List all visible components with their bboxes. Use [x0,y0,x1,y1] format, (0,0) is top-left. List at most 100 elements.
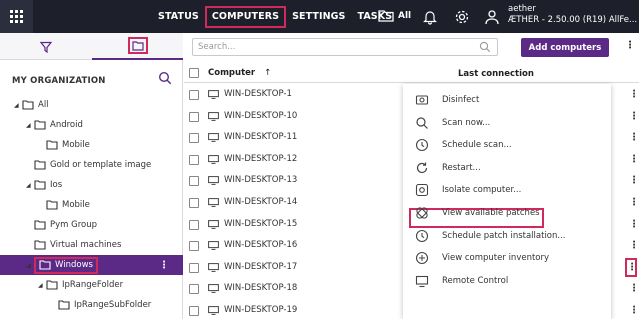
computer-name[interactable]: WIN-DESKTOP-12 [224,154,297,164]
tree-item[interactable]: ◢ All [0,95,183,115]
tree-item[interactable]: Gold or template image [0,155,183,175]
table-header: Computer ↑ Last connection [184,63,639,83]
computer-name[interactable]: WIN-DESKTOP-10 [224,111,297,121]
clock-icon [415,229,429,242]
menu-item-isolate-computer[interactable]: Isolate computer... [403,179,611,201]
tree-item[interactable]: Mobile [0,195,183,215]
tree-item[interactable]: ◢ Ios [0,175,183,195]
row-options-icon[interactable]: ⋮ [629,175,639,186]
row-options-icon[interactable]: ⋮ [629,240,639,251]
computer-name[interactable]: WIN-DESKTOP-17 [224,262,297,272]
tree-item-label: Pym Group [50,220,98,230]
menu-item-view-computer-inventory[interactable]: View computer inventory [403,247,611,269]
add-computers-button[interactable]: Add computers [521,38,609,57]
menu-item-schedule-scan[interactable]: Schedule scan... [403,134,611,156]
column-header-computer[interactable]: Computer ↑ [208,68,271,78]
menu-item-schedule-patch-installation[interactable]: Schedule patch installation... [403,225,611,247]
gear-icon[interactable] [454,9,470,25]
tree-item-label: IpRangeFolder [62,280,124,290]
folder-options-icon[interactable]: ⋮ [159,260,169,271]
nav-status[interactable]: STATUS [152,0,205,33]
tab-filters[interactable] [0,33,92,60]
row-checkbox[interactable] [189,90,199,100]
tree-item[interactable]: Pym Group [0,215,183,235]
computer-name[interactable]: WIN-DESKTOP-13 [224,175,297,185]
tree-item-label: Android [50,120,83,130]
computer-name[interactable]: WIN-DESKTOP-14 [224,197,297,207]
filter-icon [40,41,52,53]
user-icon[interactable] [484,9,500,25]
menu-item-restart[interactable]: Restart... [403,157,611,179]
remote-control-icon [415,275,429,287]
row-checkbox[interactable] [189,262,199,273]
row-checkbox[interactable] [189,306,199,316]
monitor-icon [208,241,219,251]
row-options-icon[interactable]: ⋮ [625,257,637,277]
folder-icon [46,280,58,290]
row-options-icon[interactable]: ⋮ [629,132,639,143]
search-icon[interactable] [158,71,172,85]
row-checkbox[interactable] [189,154,199,165]
expand-caret-icon[interactable]: ◢ [26,122,34,129]
computer-name[interactable]: WIN-DESKTOP-15 [224,219,297,229]
expand-caret-icon[interactable]: ◢ [14,102,22,109]
all-filter-button[interactable]: All [378,9,411,22]
search-input[interactable] [192,38,498,56]
nav-computers[interactable]: COMPUTERS [204,5,287,28]
monitor-icon [208,154,219,164]
row-options-icon[interactable]: ⋮ [629,305,639,316]
nav-settings[interactable]: SETTINGS [286,0,351,33]
tab-folders[interactable] [92,33,183,60]
column-computer-label: Computer [208,68,256,78]
row-checkbox[interactable] [189,198,199,208]
row-checkbox[interactable] [189,284,199,295]
row-checkbox[interactable] [189,133,199,144]
folder-icon [34,120,46,130]
folder-icon [131,40,144,51]
row-options-icon[interactable]: ⋮ [629,197,639,208]
monitor-icon [208,306,219,315]
expand-caret-icon[interactable]: ◢ [38,282,46,289]
row-options-icon[interactable]: ⋮ [629,89,639,100]
row-checkbox[interactable] [189,176,199,187]
tree-item[interactable]: ◢ IpRangeFolder [0,275,183,295]
user-info[interactable]: aether ÆTHER - 2.50.00 (R19) AllFe... [508,4,637,26]
folder-tab-highlight [127,37,148,54]
computer-name[interactable]: WIN-DESKTOP-1 [224,89,292,99]
menu-item-scan-now[interactable]: Scan now... [403,112,611,134]
monitor-icon [208,284,219,294]
row-options-icon[interactable]: ⋮ [629,154,639,165]
tree-item[interactable]: ◢ Windows ⋮ [0,255,183,275]
search-icon[interactable] [479,41,491,53]
more-options-icon[interactable]: ⋮ [625,40,635,51]
left-tabs [0,33,183,60]
expand-caret-icon[interactable]: ◢ [26,182,34,189]
row-checkbox[interactable] [189,111,199,122]
inventory-icon [415,252,429,265]
row-checkbox[interactable] [189,219,199,230]
apps-grid-button[interactable] [0,0,33,33]
notifications-bell-icon[interactable] [422,9,438,25]
menu-item-view-available-patches[interactable]: View available patches [403,202,611,224]
menu-item-label: Isolate computer... [442,185,522,196]
computer-name[interactable]: WIN-DESKTOP-16 [224,240,297,250]
folder-icon [34,220,46,230]
menu-item-disinfect[interactable]: Disinfect [403,89,611,111]
row-options-icon[interactable]: ⋮ [629,219,639,230]
tree-item[interactable]: IpRangeSubFolder [0,295,183,315]
computer-name[interactable]: WIN-DESKTOP-18 [224,283,297,293]
computer-name[interactable]: WIN-DESKTOP-11 [224,132,297,142]
menu-item-label: Schedule patch installation... [442,230,566,241]
column-header-last-connection[interactable]: Last connection [458,69,534,79]
tree-item[interactable]: Mobile [0,135,183,155]
tree-item-label: Ios [50,180,63,190]
select-all-checkbox[interactable] [189,68,199,78]
row-options-icon[interactable]: ⋮ [629,283,639,294]
tree-item[interactable]: Virtual machines [0,235,183,255]
expand-caret-icon[interactable]: ◢ [26,262,34,269]
tree-item[interactable]: ◢ Android [0,115,183,135]
row-checkbox[interactable] [189,241,199,252]
row-options-icon[interactable]: ⋮ [629,111,639,122]
menu-item-remote-control[interactable]: Remote Control [403,270,611,292]
computer-name[interactable]: WIN-DESKTOP-19 [224,305,297,315]
